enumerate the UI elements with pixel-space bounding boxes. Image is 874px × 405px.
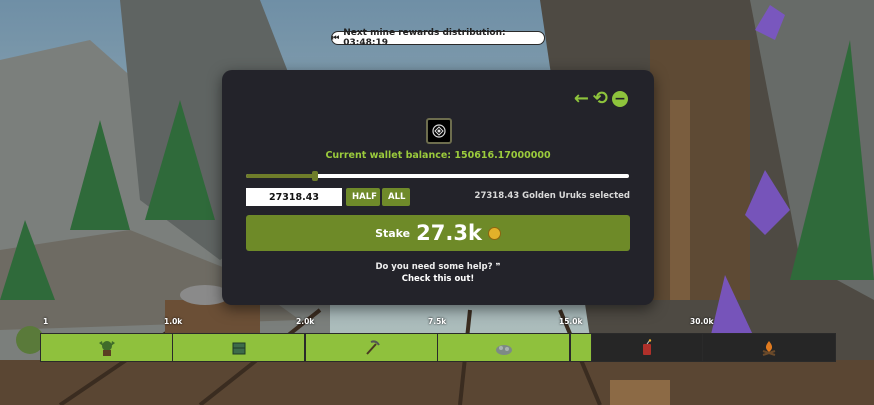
tier-threshold: 1 [43,317,49,326]
help-link[interactable]: Check this out! [402,274,475,284]
modal-controls: ← ⟲ − [574,90,628,108]
tier-threshold: 2.0k [296,317,315,326]
stake-button[interactable]: Stake 27.3k [246,215,630,251]
tier-segment[interactable] [437,333,570,362]
tier-threshold: 7.5k [428,317,447,326]
tier-threshold: 30.0k [690,317,714,326]
tier-segment-locked[interactable] [591,333,703,362]
campfire-icon [762,340,776,356]
tier-segment[interactable] [305,333,438,362]
stake-button-amount: 27.3k [416,221,482,245]
help-question: Do you need some help? [375,262,493,272]
wallet-balance: Current wallet balance: 150616.17000000 [325,150,551,161]
minimize-icon[interactable]: − [612,91,628,107]
slider-handle[interactable] [311,171,318,181]
tier-threshold: 1.0k [164,317,183,326]
quote-icon: ❞ [495,262,501,272]
pickaxe-icon [365,339,380,355]
token-emblem-icon [432,124,446,138]
gold-coin-icon [487,226,501,240]
crate-icon [232,342,245,354]
reward-tier-bar [40,333,836,363]
tier-segment-locked[interactable] [702,333,836,362]
tier-threshold: 15.0k [559,317,583,326]
reward-timer-text: Next mine rewards distribution: 03:48:19 [343,28,506,48]
selected-amount-text: 27318.43 Golden Uruks selected [474,191,630,201]
history-icon[interactable]: ⟲ [593,90,608,108]
tier-segment[interactable] [570,333,592,362]
help-section: Do you need some help? ❞ Check this out! [222,261,654,285]
all-button[interactable]: ALL [382,188,410,206]
stake-button-label: Stake [375,226,411,240]
skip-back-icon: ⏮ [332,33,340,42]
tier-segment[interactable] [40,333,173,362]
tier-segment[interactable] [172,333,305,362]
amount-input[interactable] [246,188,342,206]
dynamite-icon [643,338,652,355]
slider-fill [246,174,315,178]
amount-slider[interactable] [246,171,629,181]
stake-modal: ← ⟲ − Current wallet balance: 150616.170… [222,70,654,305]
half-button[interactable]: HALF [346,188,380,206]
ore-icon [495,344,512,355]
token-logo [426,118,452,144]
goblin-icon [98,340,115,356]
back-arrow-icon[interactable]: ← [574,90,589,108]
reward-timer: ⏮ Next mine rewards distribution: 03:48:… [331,28,545,48]
